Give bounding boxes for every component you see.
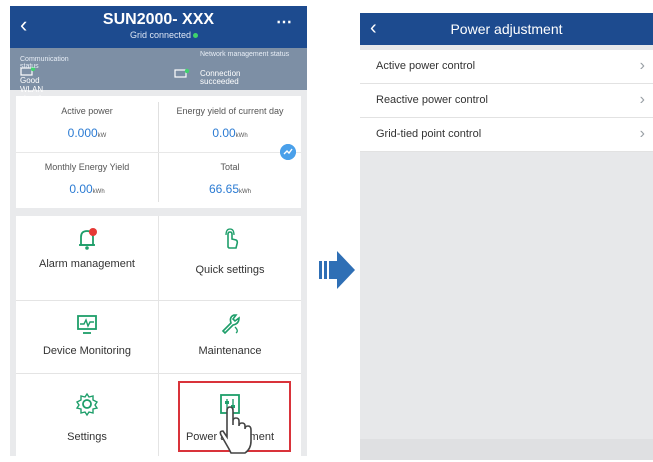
kpi-daily-yield: Energy yield of current day 0.00kWh xyxy=(159,96,301,152)
menu-divider xyxy=(16,300,301,301)
kpi-active-power: Active power 0.000kW xyxy=(16,96,158,152)
list-item-label: Reactive power control xyxy=(376,94,488,106)
kpi-total-yield: Total 66.65kWh xyxy=(159,152,301,208)
more-icon[interactable]: ⋯ xyxy=(276,12,293,32)
menu-alarm-management[interactable]: Alarm management xyxy=(16,226,158,271)
chart-icon[interactable] xyxy=(280,144,296,160)
right-phone-screen: ‹ Power adjustment Active power control … xyxy=(360,13,653,460)
network-label: Network management status xyxy=(200,51,290,58)
menu-divider xyxy=(16,373,301,374)
kpi-unit: kWh xyxy=(239,189,252,195)
kpi-unit: kW xyxy=(97,133,107,139)
alarm-bell-icon xyxy=(79,228,97,250)
kpi-value: 0.000 xyxy=(67,126,98,140)
touch-hand-icon xyxy=(225,228,239,249)
device-title: SUN2000- XXX xyxy=(102,11,215,28)
menu-label: Maintenance xyxy=(198,345,262,357)
monitor-icon xyxy=(77,315,97,334)
kpi-label: Energy yield of current day xyxy=(176,106,284,116)
menu-maintenance[interactable]: Maintenance xyxy=(159,311,301,358)
communication-label: Communication status xyxy=(20,56,69,70)
menu-label: Device Monitoring xyxy=(42,345,132,357)
list-item-grid-tied-point-control[interactable]: Grid-tied point control › xyxy=(360,118,653,152)
list-item-active-power-control[interactable]: Active power control › xyxy=(360,50,653,84)
kpi-unit: kWh xyxy=(92,189,105,195)
app-header: ‹ SUN2000- XXX Grid connected ⋯ xyxy=(10,6,307,48)
kpi-monthly-yield: Monthly Energy Yield 0.00kWh xyxy=(16,152,158,208)
kpi-value: 0.00 xyxy=(69,182,93,196)
chevron-right-icon: › xyxy=(639,91,645,108)
list-item-label: Grid-tied point control xyxy=(376,128,482,140)
kpi-panel: Active power 0.000kW Energy yield of cur… xyxy=(16,96,301,208)
power-adjustment-header: ‹ Power adjustment xyxy=(360,13,653,45)
chevron-right-icon: › xyxy=(639,57,645,74)
menu-label: Alarm management xyxy=(39,258,135,270)
menu-device-monitoring[interactable]: Device Monitoring xyxy=(16,311,158,358)
list-item-reactive-power-control[interactable]: Reactive power control › xyxy=(360,84,653,118)
menu-quick-settings[interactable]: Quick settings xyxy=(159,226,301,277)
kpi-label: Active power xyxy=(61,106,113,116)
wrench-icon xyxy=(221,314,240,335)
kpi-value: 66.65 xyxy=(208,182,240,196)
network-value: Connection succeeded xyxy=(200,69,241,86)
kpi-label: Total xyxy=(220,162,240,172)
power-adjustment-list: Active power control › Reactive power co… xyxy=(360,50,653,152)
page-title: Power adjustment xyxy=(450,21,563,37)
network-icon xyxy=(174,68,190,78)
menu-settings[interactable]: Settings xyxy=(16,391,158,444)
device-status: Grid connected xyxy=(130,30,199,40)
kpi-divider xyxy=(16,152,301,153)
grid-status-text: Grid connected xyxy=(130,30,192,40)
menu-label: Settings xyxy=(67,431,107,443)
kpi-unit: kWh xyxy=(235,133,248,139)
pointer-hand-icon xyxy=(219,406,252,454)
status-bar: Communication status Good WLAN signal Ne… xyxy=(10,48,307,103)
kpi-value: 0.00 xyxy=(212,126,236,140)
menu-label: Quick settings xyxy=(195,264,265,276)
left-phone-screen: ‹ SUN2000- XXX Grid connected ⋯ Communic… xyxy=(10,6,307,456)
transition-arrow-icon xyxy=(319,251,355,289)
chevron-right-icon: › xyxy=(639,125,645,142)
status-dot-icon xyxy=(193,33,199,39)
list-item-label: Active power control xyxy=(376,60,476,72)
footer-bar xyxy=(360,439,653,460)
kpi-label: Monthly Energy Yield xyxy=(44,162,130,172)
gear-icon xyxy=(75,392,99,417)
